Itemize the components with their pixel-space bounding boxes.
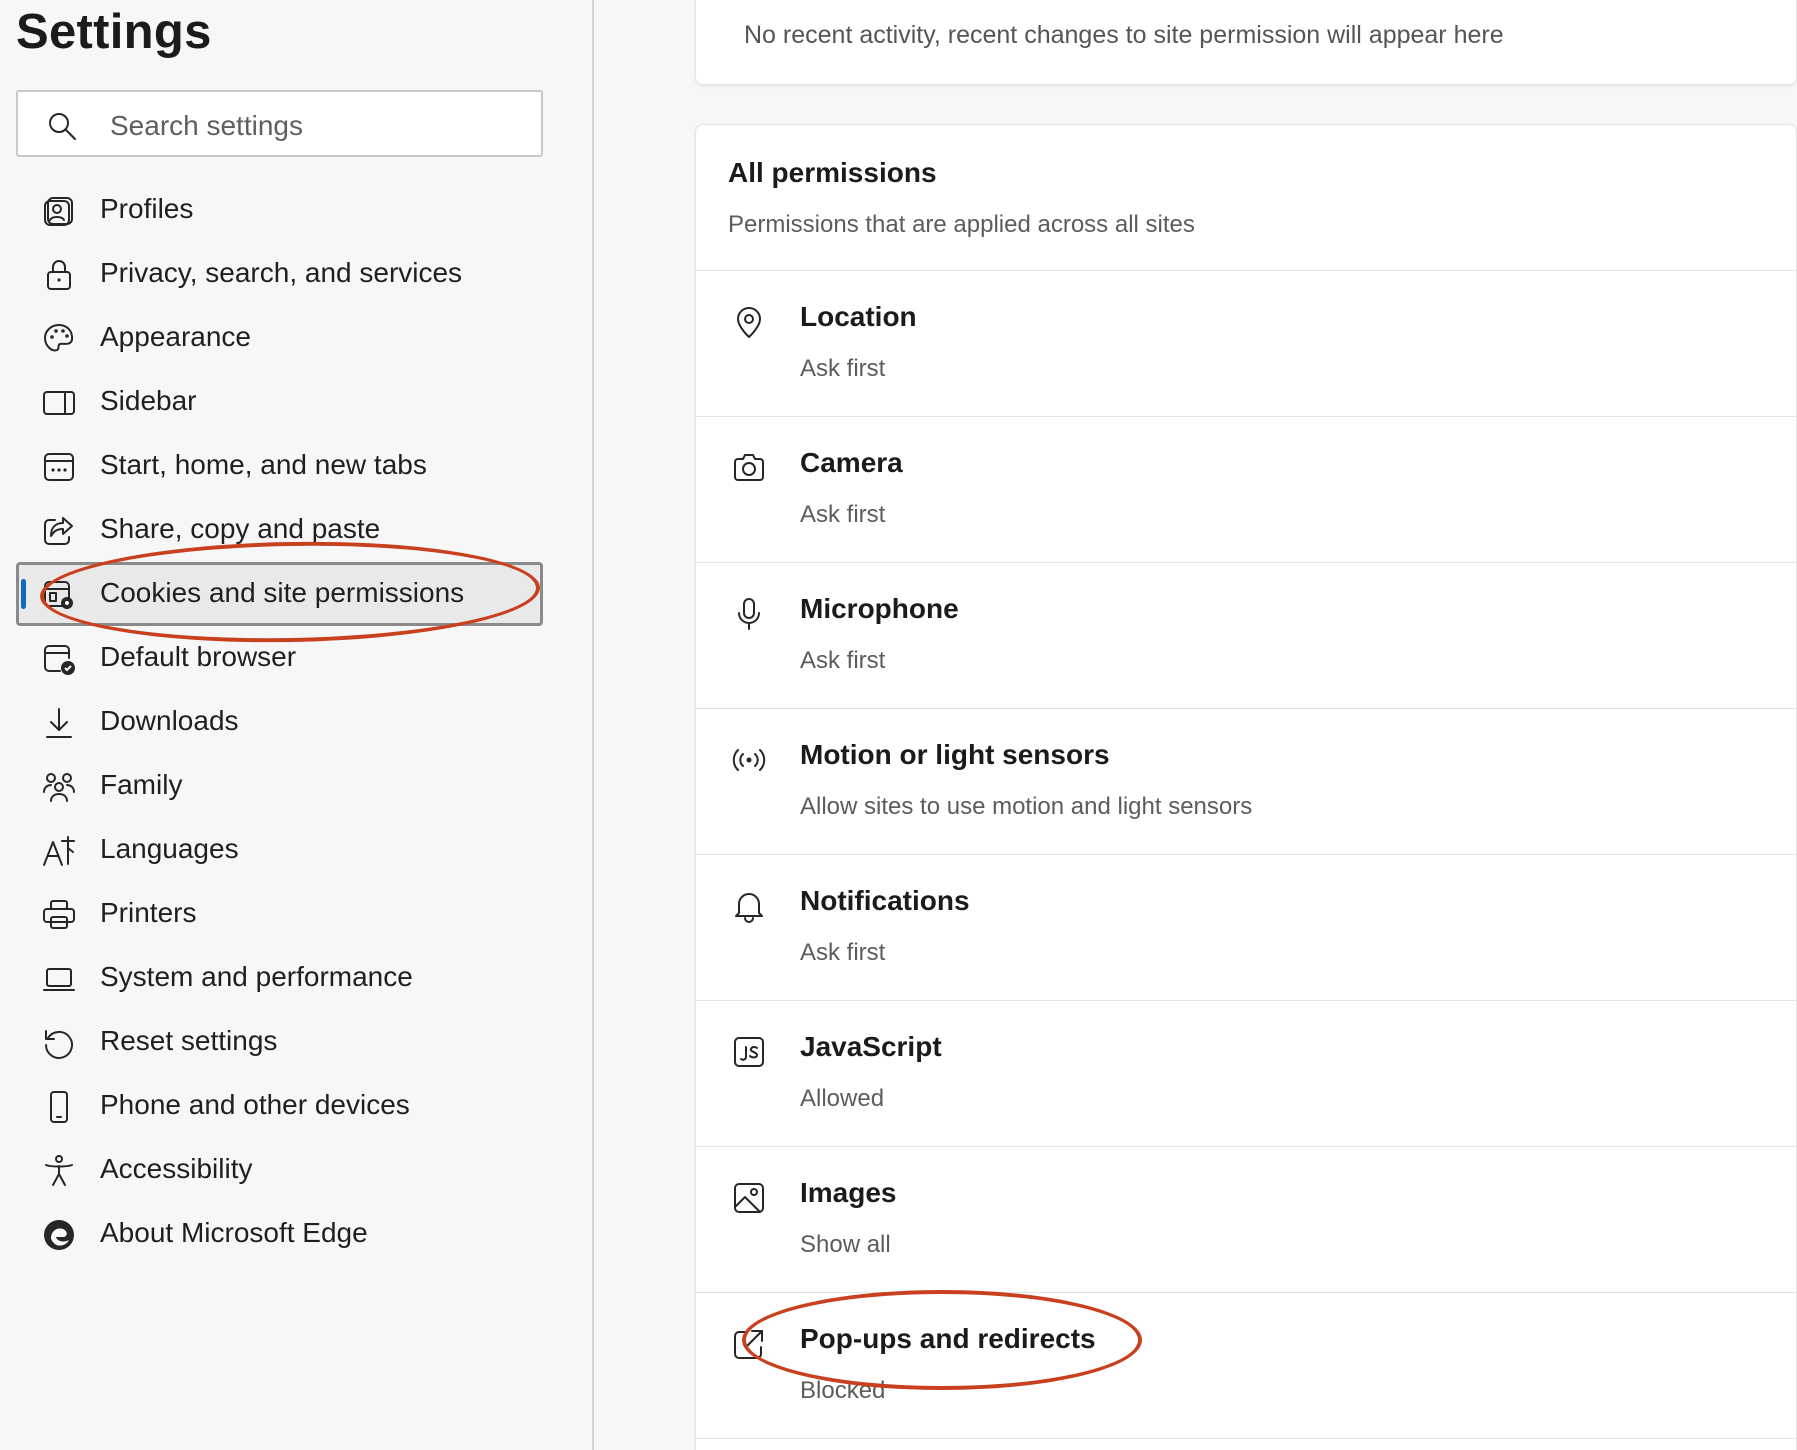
sidebar-item-profiles[interactable]: Profiles xyxy=(16,178,543,242)
sidebar-item-privacy[interactable]: Privacy, search, and services xyxy=(16,242,543,306)
javascript-icon xyxy=(732,1035,766,1069)
permission-name: Notifications xyxy=(800,885,970,916)
active-indicator xyxy=(21,579,26,609)
edge-logo-icon xyxy=(42,1218,76,1252)
languages-icon xyxy=(42,834,76,868)
permission-name: Camera xyxy=(800,447,903,478)
permission-value: Show all xyxy=(800,1231,891,1258)
page-title: Settings xyxy=(16,5,212,59)
sidebar-item-label: About Microsoft Edge xyxy=(100,1217,368,1248)
sidebar-item-about[interactable]: About Microsoft Edge xyxy=(16,1202,543,1266)
sidebar-icon xyxy=(42,386,76,420)
lock-icon xyxy=(42,258,76,292)
sidebar-item-label: Accessibility xyxy=(100,1153,253,1184)
sidebar-item-sidebar[interactable]: Sidebar xyxy=(16,370,543,434)
sidebar-item-label: Reset settings xyxy=(100,1025,278,1056)
download-icon xyxy=(42,706,76,740)
sidebar-item-languages[interactable]: Languages xyxy=(16,818,543,882)
sidebar-item-label: Sidebar xyxy=(100,385,197,416)
sidebar-item-accessibility[interactable]: Accessibility xyxy=(16,1138,543,1202)
cookies-permissions-icon xyxy=(42,578,76,612)
search-input[interactable]: Search settings xyxy=(16,90,543,157)
sensor-icon xyxy=(732,743,766,777)
permission-name: Location xyxy=(800,301,917,332)
sidebar-item-printers[interactable]: Printers xyxy=(16,882,543,946)
all-permissions-header: All permissions Permissions that are app… xyxy=(696,125,1797,271)
recent-activity-text: No recent activity, recent changes to si… xyxy=(744,21,1504,49)
sidebar-item-family[interactable]: Family xyxy=(16,754,543,818)
permission-value: Ask first xyxy=(800,501,886,528)
permission-name: Pop-ups and redirects xyxy=(800,1323,1096,1354)
permission-images[interactable]: Images Show all xyxy=(696,1147,1797,1293)
sidebar-item-label: Printers xyxy=(100,897,197,928)
image-icon xyxy=(732,1181,766,1215)
sidebar-item-label: Family xyxy=(100,769,183,800)
permission-notifications[interactable]: Notifications Ask first xyxy=(696,855,1797,1001)
accessibility-icon xyxy=(42,1154,76,1188)
permission-popups[interactable]: Pop-ups and redirects Blocked xyxy=(696,1293,1797,1439)
permission-name: JavaScript xyxy=(800,1031,942,1062)
all-permissions-card: All permissions Permissions that are app… xyxy=(695,124,1797,1450)
palette-icon xyxy=(42,322,76,356)
permission-value: Blocked xyxy=(800,1377,886,1404)
sidebar-item-downloads[interactable]: Downloads xyxy=(16,690,543,754)
phone-icon xyxy=(42,1090,76,1124)
sidebar-item-cookies[interactable]: Cookies and site permissions xyxy=(16,562,543,626)
permission-camera[interactable]: Camera Ask first xyxy=(696,417,1797,563)
sidebar-item-label: Appearance xyxy=(100,321,252,352)
sidebar-item-label: Languages xyxy=(100,833,239,864)
permission-value: Ask first xyxy=(800,355,886,382)
family-icon xyxy=(42,770,76,804)
sidebar-item-label: Downloads xyxy=(100,705,239,736)
sidebar-item-label: System and performance xyxy=(100,961,413,992)
profile-icon xyxy=(42,194,76,228)
permission-name: Microphone xyxy=(800,593,959,624)
main-content: No recent activity, recent changes to si… xyxy=(596,0,1797,1450)
recent-activity-card: No recent activity, recent changes to si… xyxy=(695,0,1797,85)
popup-icon xyxy=(732,1327,766,1361)
printer-icon xyxy=(42,898,76,932)
section-heading: All permissions xyxy=(728,157,937,188)
sidebar-item-label: Cookies and site permissions xyxy=(100,577,465,608)
location-icon xyxy=(732,305,766,339)
share-icon xyxy=(42,514,76,548)
sidebar-item-label: Privacy, search, and services xyxy=(100,257,463,288)
permission-motion-sensors[interactable]: Motion or light sensors Allow sites to u… xyxy=(696,709,1797,855)
sidebar-item-label: Profiles xyxy=(100,193,194,224)
camera-icon xyxy=(732,451,766,485)
default-browser-icon xyxy=(42,642,76,676)
microphone-icon xyxy=(732,597,766,631)
sidebar-item-share[interactable]: Share, copy and paste xyxy=(16,498,543,562)
permission-microphone[interactable]: Microphone Ask first xyxy=(696,563,1797,709)
laptop-icon xyxy=(42,962,76,996)
sidebar-item-label: Phone and other devices xyxy=(100,1089,410,1120)
sidebar-item-reset[interactable]: Reset settings xyxy=(16,1010,543,1074)
permission-name: Images xyxy=(800,1177,897,1208)
permission-value: Ask first xyxy=(800,647,886,674)
permission-javascript[interactable]: JavaScript Allowed xyxy=(696,1001,1797,1147)
sidebar-item-default-browser[interactable]: Default browser xyxy=(16,626,543,690)
permission-value: Allowed xyxy=(800,1085,885,1112)
search-placeholder: Search settings xyxy=(110,110,303,141)
sidebar-item-appearance[interactable]: Appearance xyxy=(16,306,543,370)
sidebar-item-label: Start, home, and new tabs xyxy=(100,449,427,480)
sidebar-item-system[interactable]: System and performance xyxy=(16,946,543,1010)
sidebar-item-phone[interactable]: Phone and other devices xyxy=(16,1074,543,1138)
search-icon xyxy=(46,110,78,142)
permission-name: Motion or light sensors xyxy=(800,739,1110,770)
section-subheading: Permissions that are applied across all … xyxy=(728,211,1195,238)
permission-location[interactable]: Location Ask first xyxy=(696,271,1797,417)
sidebar-nav: Profiles Privacy, search, and services A… xyxy=(16,178,543,1266)
bell-icon xyxy=(732,889,766,923)
sidebar-item-start-home[interactable]: Start, home, and new tabs xyxy=(16,434,543,498)
permission-value: Allow sites to use motion and light sens… xyxy=(800,793,1253,820)
reset-icon xyxy=(42,1026,76,1060)
settings-sidebar: Settings Search settings Profiles Privac… xyxy=(0,0,594,1450)
permission-value: Ask first xyxy=(800,939,886,966)
home-tabs-icon xyxy=(42,450,76,484)
sidebar-item-label: Default browser xyxy=(100,641,297,672)
sidebar-item-label: Share, copy and paste xyxy=(100,513,381,544)
